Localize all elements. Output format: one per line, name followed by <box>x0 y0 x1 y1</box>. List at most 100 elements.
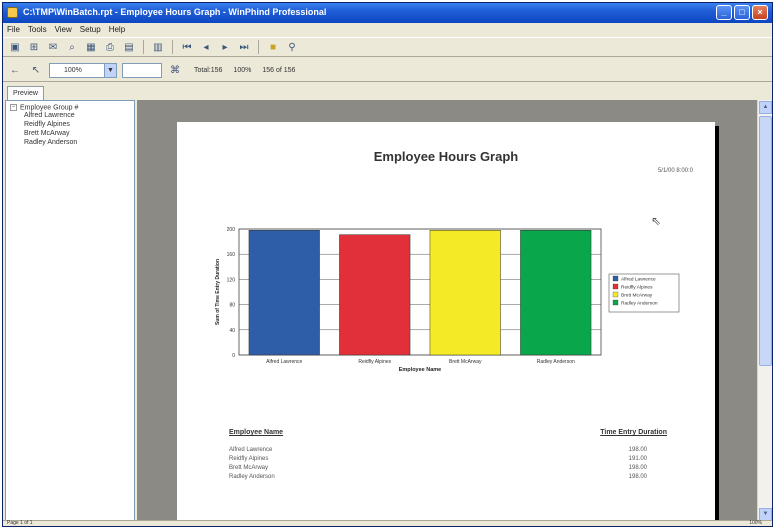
row-value: 198.00 <box>628 465 647 471</box>
legend-label: Alfred Lawrence <box>621 277 656 283</box>
search-icon[interactable]: ⚲ <box>284 40 300 55</box>
table-header-value: Time Entry Duration <box>600 429 667 436</box>
find-input[interactable] <box>122 63 162 78</box>
x-tick-label: Reidfly Alpines <box>358 359 391 365</box>
row-name: Alfred Lawrence <box>229 447 273 453</box>
row-value: 191.00 <box>628 456 647 462</box>
export-icon[interactable]: ⊞ <box>26 40 42 55</box>
toolbar-separator <box>258 40 259 54</box>
row-name: Brett McArway <box>229 465 269 471</box>
y-tick-label: 160 <box>227 252 236 258</box>
next-page-icon[interactable]: ▸ <box>217 40 233 55</box>
table-row: Alfred Lawrence 198.00 <box>229 446 647 455</box>
y-tick-label: 40 <box>229 328 235 334</box>
collapse-icon[interactable]: − <box>10 104 17 111</box>
app-window: C:\TMP\WinBatch.rpt - Employee Hours Gra… <box>2 2 773 527</box>
bar <box>520 230 592 356</box>
chevron-down-icon[interactable]: ▼ <box>104 64 116 77</box>
legend-label: Radley Anderson <box>621 301 658 307</box>
bar <box>339 234 411 356</box>
title-bar: C:\TMP\WinBatch.rpt - Employee Hours Gra… <box>3 3 772 23</box>
pointer-icon[interactable]: ↖ <box>28 63 44 78</box>
zoom-value: 100% <box>64 67 82 74</box>
group-tree: − Employee Group # Alfred Lawrence Reidfl… <box>5 100 135 522</box>
status-page: Page 1 of 1 <box>7 520 33 526</box>
page-layout-icon[interactable]: ▥ <box>150 40 166 55</box>
arrow-left-icon[interactable]: ← <box>7 63 23 78</box>
tree-root-label: Employee Group # <box>20 104 79 112</box>
total-label: Total:156 <box>194 67 223 74</box>
bar <box>429 230 501 356</box>
table-row: Reidfly Alpines 191.00 <box>229 455 647 464</box>
percent-label: 100% <box>233 67 252 74</box>
window-title: C:\TMP\WinBatch.rpt - Employee Hours Gra… <box>23 7 327 17</box>
status-zoom: 100% <box>749 520 762 526</box>
folder-icon[interactable]: ■ <box>265 40 281 55</box>
report-preview-area[interactable]: Employee Hours Graph 5/1/00 8:00:0 ⇖ 0 40… <box>137 100 757 522</box>
bar <box>248 230 320 356</box>
first-page-icon[interactable]: ⏮ <box>179 40 195 55</box>
hours-table: Alfred Lawrence 198.00 Reidfly Alpines 191… <box>229 446 647 482</box>
y-tick-label: 0 <box>232 353 235 359</box>
row-value: 198.00 <box>628 474 647 480</box>
tab-preview[interactable]: Preview <box>7 86 44 100</box>
main-toolbar: ▣ ⊞ ✉ ⌕ ▦ ⎙ ▤ ▥ ⏮ ◂ ▸ ⏭ ■ ⚲ <box>3 37 772 57</box>
close-button[interactable]: × <box>752 5 768 20</box>
x-tick-label: Brett McArway <box>449 359 482 365</box>
menu-help[interactable]: Help <box>109 25 125 34</box>
table-header-name: Employee Name <box>229 429 284 436</box>
tree-root[interactable]: − Employee Group # <box>10 104 130 111</box>
scroll-up-icon[interactable]: ▲ <box>759 101 772 114</box>
x-tick-label: Alfred Lawrence <box>266 359 302 365</box>
status-bar: Page 1 of 1 100% <box>3 520 772 526</box>
y-axis-label: Sum of Time Entry Duration <box>215 259 221 325</box>
y-tick-label: 200 <box>227 227 236 233</box>
save-icon[interactable]: ▣ <box>7 40 23 55</box>
row-value: 198.00 <box>628 447 647 453</box>
maximize-button[interactable]: □ <box>734 5 750 20</box>
prev-page-icon[interactable]: ◂ <box>198 40 214 55</box>
legend-swatch <box>612 283 619 290</box>
tab-strip: Preview <box>3 85 772 100</box>
menu-tools[interactable]: Tools <box>28 25 47 34</box>
minimize-button[interactable]: _ <box>716 5 732 20</box>
row-name: Radley Anderson <box>229 474 275 480</box>
legend-label: Reidfly Alpines <box>621 285 653 291</box>
y-tick-label: 80 <box>229 303 235 309</box>
tree-item[interactable]: Radley Anderson <box>10 138 130 147</box>
legend-swatch <box>612 291 619 298</box>
menu-setup[interactable]: Setup <box>80 25 101 34</box>
menu-bar: File Tools View Setup Help <box>3 23 772 36</box>
table-row: Brett McArway 198.00 <box>229 464 647 473</box>
magnify-icon[interactable]: ⌕ <box>64 40 80 55</box>
tree-item[interactable]: Alfred Lawrence <box>10 111 130 120</box>
zoom-toolbar: ← ↖ 100% ▼ ⌘ Total:156 100% 156 of 156 <box>3 60 772 82</box>
y-tick-label: 120 <box>227 277 236 283</box>
print-setup-icon[interactable]: ▤ <box>121 40 137 55</box>
app-icon <box>7 7 18 18</box>
toolbar-separator <box>172 40 173 54</box>
vertical-scrollbar[interactable]: ▲ ▼ <box>757 100 772 522</box>
binoculars-icon[interactable]: ⌘ <box>167 63 183 78</box>
zoom-select[interactable]: 100% ▼ <box>49 63 117 78</box>
x-tick-label: Radley Anderson <box>537 359 575 365</box>
print-icon[interactable]: ⎙ <box>102 40 118 55</box>
grid-icon[interactable]: ▦ <box>83 40 99 55</box>
tree-item[interactable]: Brett McArway <box>10 129 130 138</box>
row-name: Reidfly Alpines <box>229 456 269 462</box>
last-page-icon[interactable]: ⏭ <box>236 40 252 55</box>
table-row: Radley Anderson 198.00 <box>229 473 647 482</box>
legend-swatch <box>612 275 619 282</box>
x-axis-label: Employee Name <box>399 367 442 373</box>
report-page: Employee Hours Graph 5/1/00 8:00:0 ⇖ 0 40… <box>177 122 715 522</box>
count-label: 156 of 156 <box>262 67 296 74</box>
email-icon[interactable]: ✉ <box>45 40 61 55</box>
menu-file[interactable]: File <box>7 25 20 34</box>
legend-label: Brett McArway <box>621 293 653 299</box>
tree-item[interactable]: Reidfly Alpines <box>10 120 130 129</box>
menu-view[interactable]: View <box>55 25 72 34</box>
scroll-thumb[interactable] <box>759 116 772 366</box>
employee-hours-chart: 0 40 80 120 160 200 Alfred Lawrence Reidfly Alp… <box>215 227 680 373</box>
legend-swatch <box>612 299 619 306</box>
toolbar-separator <box>143 40 144 54</box>
